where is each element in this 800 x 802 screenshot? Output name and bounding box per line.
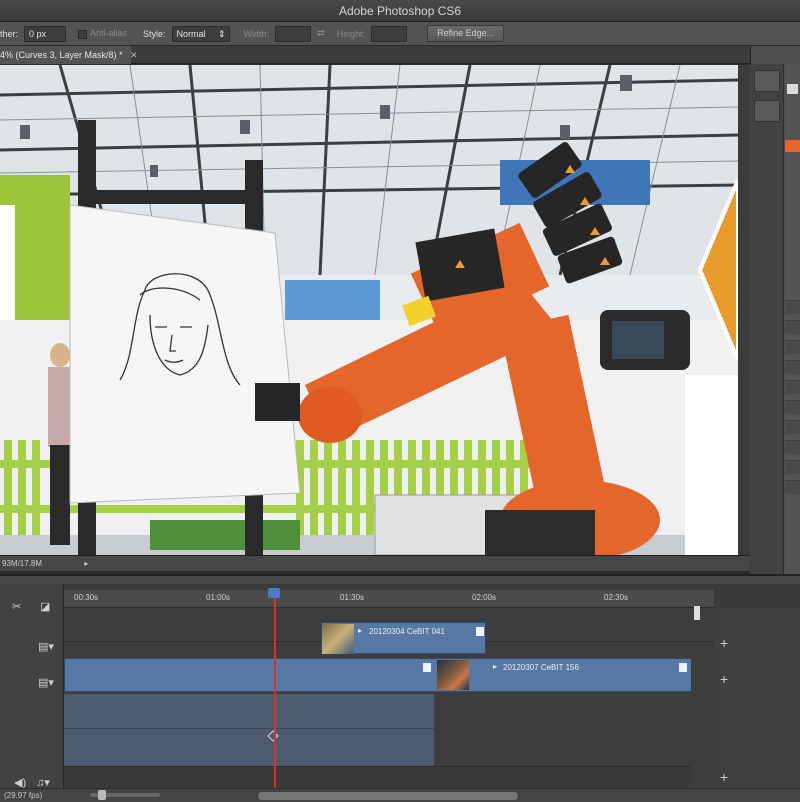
document-canvas[interactable]	[0, 65, 738, 555]
timeline-track-headers: ✂ ◪ ▤▾ ▤▾ ◀) ♫▾	[0, 584, 64, 802]
window-title-bar: Adobe Photoshop CS6	[0, 0, 800, 22]
track-lane	[64, 694, 434, 766]
properties-panel-icon[interactable]	[754, 100, 780, 122]
document-tab-row: 4% (Curves 3, Layer Mask/8) * ✕	[0, 46, 750, 64]
timeline-panel: ✂ ◪ ▤▾ ▤▾ ◀) ♫▾ 00:30s 01:00s 01:30s 02:…	[0, 574, 800, 802]
clip-end-icon[interactable]	[423, 663, 431, 672]
history-panel-icon[interactable]	[754, 70, 780, 92]
canvas-vertical-scrollbar[interactable]	[738, 65, 750, 555]
lane-divider	[64, 728, 434, 729]
options-bar: ther: 0 px Anti-alias Style: Normal ⇕ Wid…	[0, 22, 800, 46]
document-tab[interactable]: 4% (Curves 3, Layer Mask/8) *	[0, 46, 131, 64]
plus-icon[interactable]: +	[720, 636, 728, 650]
height-field[interactable]	[371, 25, 408, 42]
layer-row[interactable]	[785, 320, 800, 334]
plus-icon[interactable]: +	[720, 672, 728, 686]
film-icon[interactable]: ▤▾	[38, 676, 54, 689]
video-track-2[interactable]: ▸ 20120307 CeBIT 156	[64, 658, 691, 692]
zoom-slider-thumb[interactable]	[98, 790, 106, 800]
timeline-header	[0, 576, 800, 584]
frame-rate: (29.97 fps)	[4, 791, 43, 800]
swap-icon[interactable]: ⇄	[317, 28, 325, 39]
clip-label: 20120304 CeBIT 041	[369, 627, 445, 636]
drawing-paper	[69, 204, 301, 504]
layer-row[interactable]	[785, 420, 800, 434]
layer-row[interactable]	[785, 360, 800, 374]
style-select-value: Normal	[176, 28, 206, 39]
layer-row[interactable]	[785, 460, 800, 474]
width-field[interactable]	[275, 25, 312, 42]
clip-menu-icon[interactable]: ▸	[493, 662, 497, 671]
panel-icon-strip	[750, 64, 784, 584]
close-icon[interactable]: ✕	[130, 46, 140, 64]
layer-row[interactable]	[785, 440, 800, 454]
time-ruler[interactable]: 00:30s 01:00s 01:30s 02:00s 02:30s	[64, 590, 714, 608]
clip-menu-icon[interactable]: ▸	[358, 626, 362, 635]
chevron-down-icon: ⇕	[218, 28, 226, 39]
document-tab-title: 4% (Curves 3, Layer Mask/8) *	[0, 50, 123, 60]
ruler-tick: 01:30s	[340, 593, 365, 602]
status-menu-icon[interactable]: ▸	[84, 559, 88, 568]
track-scroll-handle[interactable]	[694, 606, 700, 620]
ruler-tick: 02:30s	[604, 593, 629, 602]
feather-field[interactable]: 0 px	[24, 25, 67, 42]
scissors-icon[interactable]: ✂	[12, 600, 21, 613]
layer-row[interactable]	[785, 380, 800, 394]
refine-edge-button[interactable]: Refine Edge...	[427, 25, 505, 42]
checkbox-box[interactable]	[78, 29, 88, 39]
timeline-tracks[interactable]: ▸ 20120304 CeBIT 041 ▸ 20120307 CeBIT 15…	[64, 608, 714, 798]
timeline-right-column: + + +	[694, 606, 800, 802]
window-title: Adobe Photoshop CS6	[338, 4, 462, 18]
panel-thumbnail	[787, 84, 798, 94]
timeline-horizontal-scrollbar[interactable]	[258, 792, 518, 800]
video-clip-2[interactable]: ▸ 20120307 CeBIT 156	[435, 659, 691, 691]
layer-row[interactable]	[785, 400, 800, 414]
ruler-tick: 01:00s	[206, 593, 231, 602]
plus-icon[interactable]: +	[720, 770, 728, 784]
width-label: Width:	[243, 28, 270, 39]
canvas-photo	[0, 65, 738, 555]
height-label: Height:	[336, 28, 366, 39]
transition-icon[interactable]: ◪	[40, 600, 50, 613]
status-bar: 93M/17.8M ▸	[0, 555, 750, 571]
clip-thumbnail	[437, 660, 469, 690]
feather-label: ther:	[0, 28, 19, 39]
blue-banner	[285, 280, 380, 325]
color-swatch[interactable]	[785, 140, 800, 152]
ruler-tick: 00:30s	[74, 593, 99, 602]
person	[48, 343, 70, 545]
video-track-1[interactable]: ▸ 20120304 CeBIT 041	[64, 608, 714, 654]
document-size: 93M/17.8M	[2, 559, 43, 568]
layer-row[interactable]	[785, 340, 800, 354]
layer-row[interactable]	[785, 480, 800, 494]
ruler-tick: 02:00s	[472, 593, 497, 602]
clip-end-icon[interactable]	[476, 627, 484, 636]
video-clip-1[interactable]: ▸ 20120304 CeBIT 041	[321, 622, 486, 654]
antialias-checkbox[interactable]: Anti-alias	[78, 28, 128, 39]
antialias-label: Anti-alias	[90, 28, 128, 39]
clip-thumbnail	[322, 624, 354, 654]
playhead-handle[interactable]	[268, 588, 280, 598]
layer-row[interactable]	[785, 300, 800, 314]
style-select[interactable]: Normal ⇕	[171, 25, 230, 42]
clip-end-icon[interactable]	[679, 663, 687, 672]
style-label: Style:	[143, 28, 166, 39]
film-icon[interactable]: ▤▾	[38, 640, 54, 653]
clip-label: 20120307 CeBIT 156	[503, 663, 579, 672]
playhead[interactable]	[274, 590, 276, 800]
